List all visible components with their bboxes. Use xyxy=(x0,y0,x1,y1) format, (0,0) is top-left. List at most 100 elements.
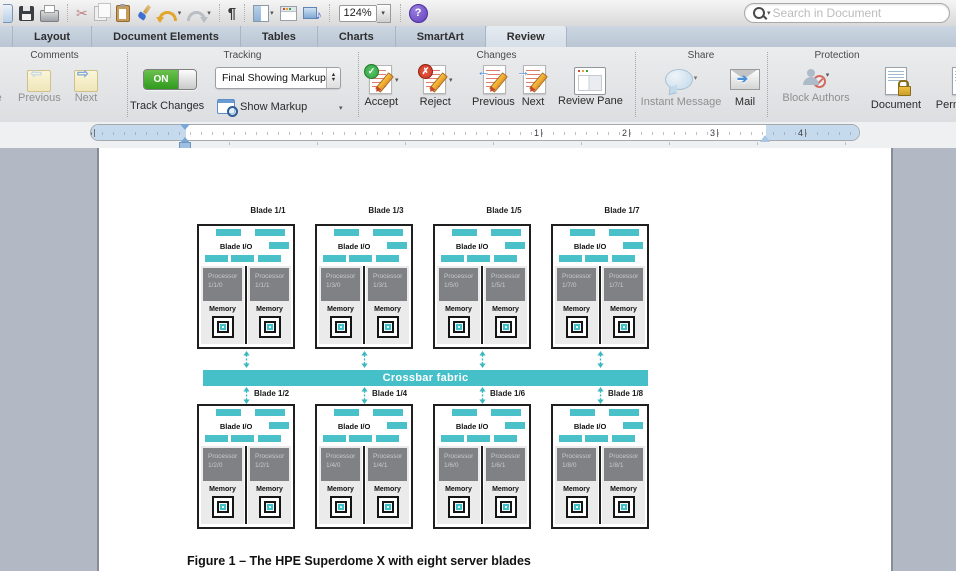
memory-chip-icon xyxy=(259,496,281,518)
processor-column: Processor 1/3/0 Memory xyxy=(319,266,362,344)
show-markup-button[interactable]: Show Markup xyxy=(217,99,307,114)
memory-chip-icon xyxy=(613,496,635,518)
memory-label: Memory xyxy=(563,306,590,313)
processor-column: Processor 1/8/1 Memory xyxy=(602,446,645,524)
tab-charts[interactable]: Charts xyxy=(318,26,396,47)
track-changes-toggle[interactable]: ON xyxy=(143,69,197,90)
processor-id: 1/7/1 xyxy=(609,281,643,290)
processor-id: 1/4/0 xyxy=(326,461,360,470)
redo-icon[interactable]: ▾ xyxy=(187,2,211,24)
blade-box: Blade I/O Processor 1/5/0 Memory xyxy=(433,224,531,349)
ruler-inch-mark: 2 xyxy=(622,128,630,138)
processor-column: Processor 1/6/0 Memory xyxy=(437,446,480,524)
io-module-bar xyxy=(376,255,399,262)
memory-label: Memory xyxy=(445,306,472,313)
io-module-bar xyxy=(494,435,517,442)
block-authors-button[interactable]: ▾ Block Authors xyxy=(773,65,859,104)
io-module-bar xyxy=(612,435,635,442)
memory-label: Memory xyxy=(327,306,354,313)
search-box[interactable]: ▾ xyxy=(744,3,950,23)
memory-label: Memory xyxy=(327,486,354,493)
blade-io-section: Blade I/O xyxy=(555,409,645,444)
processor-id: 1/1/0 xyxy=(208,281,242,290)
memory-chip-icon xyxy=(495,316,517,338)
toolbar-divider xyxy=(219,4,220,22)
undo-icon[interactable]: ▾ xyxy=(158,2,182,24)
io-module-bar xyxy=(623,242,643,249)
right-indent-marker[interactable] xyxy=(760,130,770,142)
document-workspace[interactable]: Blade 1/1 Blade I/O Processor 1/1/0 Memo… xyxy=(0,148,956,571)
blade-unit: Blade 1/5 Blade I/O Processor 1/5/0 Memo… xyxy=(433,206,531,349)
cut-icon[interactable]: ✂ xyxy=(76,2,88,24)
blade-columns: Processor 1/7/0 Memory Processor 1/7/1 M… xyxy=(555,266,645,344)
accept-change-button[interactable]: ✓ ▾ Accept xyxy=(364,64,399,108)
previous-change-icon: ← xyxy=(478,64,508,96)
zoom-control[interactable]: 124% ▾ xyxy=(339,4,391,23)
zoom-dropdown-icon[interactable]: ▾ xyxy=(377,4,391,23)
io-module-bar xyxy=(258,255,281,262)
memory-label: Memory xyxy=(492,306,519,313)
reject-change-button[interactable]: ✗ ▾ Reject xyxy=(418,64,453,108)
tab-review[interactable]: Review xyxy=(486,26,567,47)
format-painter-icon[interactable] xyxy=(136,2,152,24)
processor-id: 1/3/0 xyxy=(326,281,360,290)
processor-column: Processor 1/3/1 Memory xyxy=(366,266,409,344)
document-icon[interactable] xyxy=(3,2,13,24)
zoom-value[interactable]: 124% xyxy=(339,5,377,22)
previous-comment-button[interactable]: ⇦ Previous xyxy=(18,70,61,104)
tab-stop-strip[interactable] xyxy=(90,142,860,146)
show-formatting-icon[interactable]: ¶ xyxy=(228,2,236,24)
blade-unit: Blade 1/6 Blade I/O Processor 1/6/0 Memo… xyxy=(433,404,531,529)
toolbar-divider xyxy=(67,4,68,22)
tab-layout[interactable]: Layout xyxy=(12,26,92,47)
processor-box: Processor 1/8/1 xyxy=(604,448,643,481)
search-icon[interactable] xyxy=(753,7,765,19)
mail-icon: ➔ xyxy=(730,69,760,90)
previous-change-button[interactable]: ← Previous xyxy=(472,64,515,108)
processor-label: Processor xyxy=(562,452,596,461)
section-title-comments: Comments xyxy=(0,50,127,61)
protect-document-button[interactable]: Document xyxy=(865,65,927,111)
figure-caption: Figure 1 – The HPE Superdome X with eigh… xyxy=(187,554,531,568)
blade-label: Blade 1/6 xyxy=(490,389,525,398)
tab-smartart[interactable]: SmartArt xyxy=(396,26,486,47)
show-markup-dropdown-icon[interactable]: ▾ xyxy=(339,104,343,112)
memory-label: Memory xyxy=(256,306,283,313)
processor-box: Processor 1/3/0 xyxy=(321,268,360,301)
media-browser-icon[interactable] xyxy=(303,2,321,24)
print-icon[interactable] xyxy=(40,2,59,24)
help-icon[interactable]: ? xyxy=(409,2,428,24)
search-input[interactable] xyxy=(771,5,941,21)
tab-document-elements[interactable]: Document Elements xyxy=(92,26,241,47)
review-pane-button[interactable]: Review Pane xyxy=(558,64,623,107)
horizontal-ruler[interactable]: 1 2 3 4 5 6 7 xyxy=(90,124,860,141)
toolbox-icon[interactable] xyxy=(280,2,297,24)
copy-icon[interactable] xyxy=(94,2,110,24)
delete-comment-button[interactable]: ▾ Delete xyxy=(0,70,2,104)
tab-tables[interactable]: Tables xyxy=(241,26,318,47)
mail-button[interactable]: ➔ Mail xyxy=(727,65,763,108)
blade-box: Blade I/O Processor 1/8/0 Memory xyxy=(551,404,649,529)
toggle-knob[interactable] xyxy=(178,70,196,89)
processor-label: Processor xyxy=(373,452,407,461)
stepper-icon[interactable]: ▲▼ xyxy=(326,68,340,88)
processor-label: Processor xyxy=(491,452,525,461)
io-module-bar xyxy=(349,435,372,442)
columns-icon[interactable]: ▾ xyxy=(253,2,274,24)
blade-io-label: Blade I/O xyxy=(201,422,271,431)
document-page[interactable]: Blade 1/1 Blade I/O Processor 1/1/0 Memo… xyxy=(97,148,893,571)
memory-label: Memory xyxy=(492,486,519,493)
markup-view-select[interactable]: Final Showing Markup ▲▼ xyxy=(215,67,341,89)
permission-button[interactable]: Permission xyxy=(931,65,956,111)
paste-icon[interactable] xyxy=(116,2,130,24)
processor-label: Processor xyxy=(609,272,643,281)
next-change-button[interactable]: → Next xyxy=(518,64,548,108)
processor-label: Processor xyxy=(255,452,289,461)
io-module-bar xyxy=(269,422,289,429)
instant-message-button[interactable]: ▾ Instant Message xyxy=(637,65,725,108)
next-comment-button[interactable]: ⇨ Next xyxy=(74,70,98,104)
processor-label: Processor xyxy=(373,272,407,281)
save-icon[interactable] xyxy=(19,2,34,24)
blade-columns: Processor 1/5/0 Memory Processor 1/5/1 M… xyxy=(437,266,527,344)
blade-box: Blade I/O Processor 1/4/0 Memory xyxy=(315,404,413,529)
